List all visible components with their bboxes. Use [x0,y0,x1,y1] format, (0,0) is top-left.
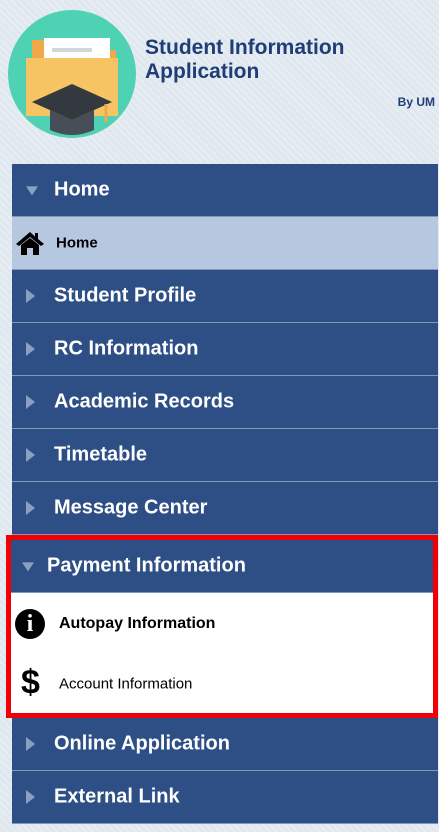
menu-item-label: Academic Records [54,390,235,413]
caret-down-icon [26,186,38,196]
menu-item-external-link[interactable]: External Link [12,771,438,824]
menu-group-home[interactable]: Home [12,164,438,217]
by-line: By UM [397,95,435,109]
menu-item-label: Student Profile [54,284,197,307]
menu-group-label: Payment Information [47,554,246,577]
caret-right-icon [26,501,35,515]
menu-group-label: Home [54,178,110,201]
app-title: Student Information Application [145,36,345,83]
info-icon: i [15,609,45,639]
side-menu: Home Home Student Profile RC Information… [6,164,438,824]
menu-item-account-information[interactable]: $ Account Information [11,655,433,713]
menu-item-message-center[interactable]: Message Center [12,482,438,535]
caret-right-icon [26,289,35,303]
payment-highlight-box: Payment Information i Autopay Informatio… [6,535,438,718]
caret-down-icon [22,562,34,572]
menu-item-autopay-information[interactable]: i Autopay Information [11,593,433,655]
menu-item-student-profile[interactable]: Student Profile [12,270,438,323]
app-logo [8,10,136,138]
menu-item-rc-information[interactable]: RC Information [12,323,438,376]
menu-item-academic-records[interactable]: Academic Records [12,376,438,429]
app-header: Student Information Application By UM [0,0,439,145]
caret-right-icon [26,737,35,751]
menu-item-label: External Link [54,785,180,808]
dollar-icon: $ [21,663,40,702]
menu-item-label: Home [56,234,98,252]
menu-item-label: Account Information [59,675,193,693]
menu-group-payment-information[interactable]: Payment Information [11,540,433,593]
caret-right-icon [26,790,35,804]
menu-item-home[interactable]: Home [12,217,438,270]
home-icon [15,230,45,256]
menu-item-label: RC Information [54,337,199,360]
caret-right-icon [26,395,35,409]
app-frame: Student Information Application By UM Ho… [0,0,439,832]
caret-right-icon [26,448,35,462]
menu-item-label: Timetable [54,443,147,466]
menu-item-label: Autopay Information [59,615,216,632]
menu-item-online-application[interactable]: Online Application [12,718,438,771]
caret-right-icon [26,342,35,356]
menu-item-label: Message Center [54,496,208,519]
menu-item-timetable[interactable]: Timetable [12,429,438,482]
menu-item-label: Online Application [54,732,230,755]
